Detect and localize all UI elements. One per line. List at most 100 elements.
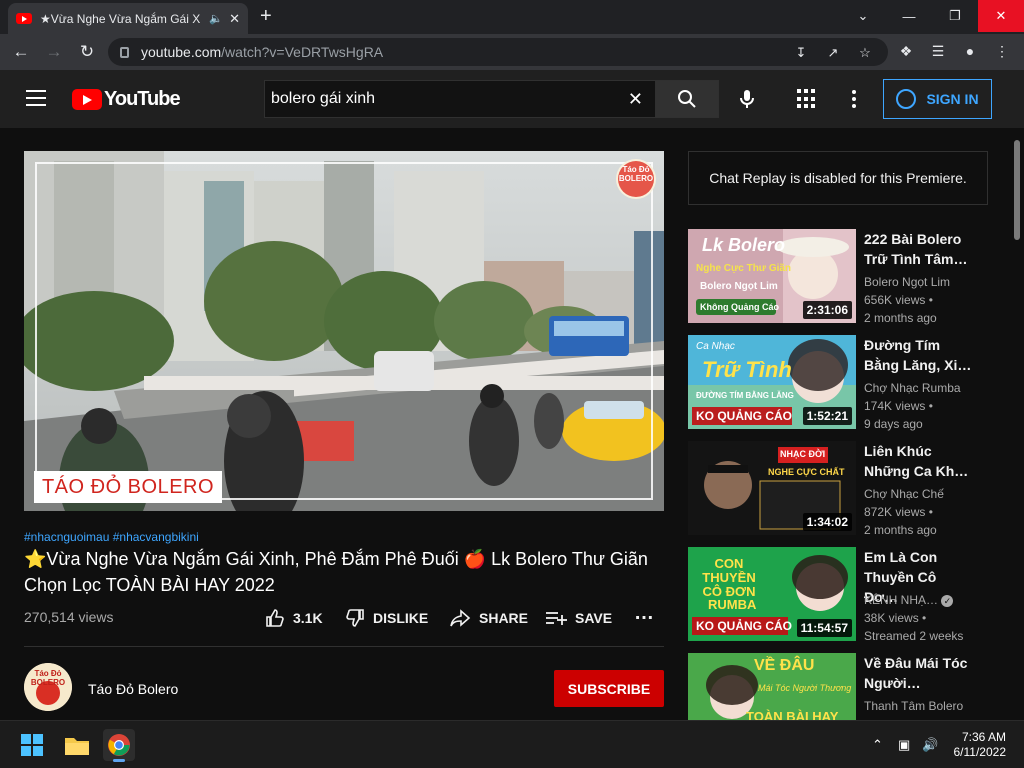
rec-channel[interactable]: Chợ Nhạc Chế [864, 485, 994, 503]
rec-title[interactable]: Đường Tím Bằng Lăng, Xi… [864, 335, 974, 375]
system-clock[interactable]: 7:36 AM 6/11/2022 [950, 730, 1007, 760]
url-host: youtube.com [141, 44, 222, 60]
reload-icon[interactable]: ↻ [76, 41, 98, 63]
rec-views: 174K views • [864, 399, 933, 413]
video-duration: 1:34:02 [802, 513, 852, 531]
thumb-tag: TOÀN BÀI HAY [746, 709, 839, 720]
recommended-video[interactable]: VỀ ĐÂU Mái Tóc Người Thương TOÀN BÀI HAY… [688, 653, 1018, 720]
rec-title[interactable]: 222 Bài Bolero Trữ Tình Tâm… [864, 229, 974, 269]
rec-age: 9 days ago [864, 417, 923, 431]
back-icon[interactable]: ← [10, 41, 32, 63]
volume-icon[interactable]: 🔊 [922, 737, 938, 753]
share-arrow-icon [450, 609, 471, 627]
thumb-subtitle-2: Bolero Ngọt Lim [700, 281, 778, 292]
save-button[interactable]: SAVE [545, 608, 612, 628]
rec-channel[interactable]: Bolero Ngọt Lim [864, 273, 994, 291]
search-input[interactable]: bolero gái xinh ✕ [264, 80, 656, 118]
channel-avatar[interactable]: Táo Đỏ BOLERO [24, 663, 72, 711]
share-button[interactable]: SHARE [449, 608, 528, 628]
dislike-label: DISLIKE [373, 610, 429, 626]
settings-more-icon[interactable] [852, 90, 856, 108]
video-thumbnail[interactable]: Ca Nhạc Trữ Tình ĐƯỜNG TÍM BẰNG LĂNG KO … [688, 335, 856, 429]
search-icon [678, 90, 696, 108]
clock-time: 7:36 AM [961, 730, 1006, 744]
share-page-icon[interactable]: ↗ [824, 44, 842, 62]
thumb-subtitle: Nghe Cực Thư Giãn [696, 263, 792, 274]
channel-avatar-text: Táo Đỏ BOLERO [30, 669, 66, 687]
video-player[interactable]: TÁO ĐỎ BOLERO Táo Đỏ BOLERO [24, 151, 664, 511]
chrome-menu-icon[interactable]: ⋮ [992, 41, 1012, 61]
thumb-tag: Không Quảng Cáo [700, 302, 779, 312]
thumb-subtitle-2: ĐƯỜNG TÍM BẰNG LĂNG [696, 391, 794, 400]
browser-tab[interactable]: ★Vừa Nghe Vừa Ngắm Gái X 🔈 ✕ [8, 3, 248, 34]
thumb-tag: KO QUẢNG CÁO [696, 409, 792, 423]
profile-icon[interactable]: ● [960, 41, 980, 61]
tray-overflow-icon[interactable]: ⌃ [872, 737, 883, 753]
windows-start-icon[interactable] [16, 729, 48, 761]
restore-button[interactable]: ❐ [932, 0, 978, 32]
rec-views: 656K views • [864, 293, 933, 307]
search-button[interactable] [655, 80, 719, 118]
video-thumbnail[interactable]: VỀ ĐÂU Mái Tóc Người Thương TOÀN BÀI HAY [688, 653, 856, 720]
microphone-icon[interactable] [736, 88, 758, 110]
thumb-subtitle: NGHE CỰC CHẤT [768, 467, 845, 477]
video-hashtags[interactable]: #nhacnguoimau #nhacvangbikini [24, 530, 199, 544]
apps-grid-icon[interactable] [797, 89, 817, 109]
sign-in-button[interactable]: SIGN IN [883, 79, 992, 119]
video-thumbnail[interactable]: CON THUYỀN CÔ ĐƠN RUMBA KO QUẢNG CÁO 11:… [688, 547, 856, 641]
active-app-indicator [113, 759, 125, 762]
rec-channel[interactable]: Thanh Tâm Bolero [864, 697, 994, 715]
video-title: ⭐Vừa Nghe Vừa Ngắm Gái Xinh, Phê Đắm Phê… [24, 549, 648, 595]
forward-icon[interactable]: → [43, 41, 65, 63]
save-label: SAVE [575, 610, 613, 626]
minimize-button[interactable]: — [886, 0, 932, 32]
clock-date: 6/11/2022 [953, 745, 1007, 759]
recommended-video[interactable]: Ca Nhạc Trữ Tình ĐƯỜNG TÍM BẰNG LĂNG KO … [688, 335, 1018, 431]
share-label: SHARE [479, 610, 529, 626]
address-toolbar: ← → ↻ youtube.com/watch?v=VeDRTwsHgRA ↧ … [0, 34, 1024, 70]
dislike-button[interactable]: DISLIKE [345, 608, 428, 628]
rec-channel[interactable]: Chợ Nhạc Rumba [864, 379, 994, 397]
close-window-button[interactable]: ✕ [978, 0, 1024, 32]
more-actions-button[interactable]: … [634, 602, 654, 625]
rec-channel-row: KÊNH NHẠ… ✓ [864, 591, 994, 609]
lock-icon[interactable] [120, 46, 129, 58]
divider [24, 646, 664, 647]
video-thumbnail[interactable]: NHẠC ĐỜI NGHE CỰC CHẤT 1:34:02 [688, 441, 856, 535]
player-logo-badge: Táo Đỏ BOLERO [618, 165, 654, 183]
video-thumbnail[interactable]: Lk Bolero Nghe Cực Thư Giãn Bolero Ngọt … [688, 229, 856, 323]
media-control-icon[interactable]: ☰ [928, 41, 948, 61]
chrome-taskbar-icon[interactable] [103, 729, 135, 762]
recommended-video[interactable]: CON THUYỀN CÔ ĐƠN RUMBA KO QUẢNG CÁO 11:… [688, 547, 1018, 643]
windows-taskbar: ⌃ ▣ 🔊 7:36 AM 6/11/2022 [0, 720, 1024, 768]
youtube-favicon-icon [16, 13, 32, 24]
rec-age: Streamed 2 weeks [864, 629, 964, 643]
new-tab-button[interactable]: + [260, 5, 272, 28]
subscribe-button[interactable]: SUBSCRIBE [554, 670, 664, 707]
clear-search-icon[interactable]: ✕ [628, 89, 643, 110]
bookmark-star-icon[interactable]: ☆ [856, 44, 874, 62]
speaker-icon[interactable]: 🔈 [209, 12, 223, 25]
rec-title[interactable]: Liên Khúc Những Ca Kh… [864, 441, 974, 481]
rec-views: 38K views • [864, 611, 927, 625]
rec-title[interactable]: Về Đâu Mái Tóc Người… [864, 653, 974, 693]
thumb-title: CON THUYỀN CÔ ĐƠN [702, 556, 756, 599]
rec-channel[interactable]: KÊNH NHẠ… [864, 593, 938, 607]
recommended-video[interactable]: NHẠC ĐỜI NGHE CỰC CHẤT 1:34:02 Liên Khúc… [688, 441, 1018, 537]
rec-age: 2 months ago [864, 311, 937, 325]
hamburger-menu-icon[interactable] [26, 90, 46, 106]
youtube-header: YouTube bolero gái xinh ✕ SIGN IN [0, 70, 1024, 128]
page-scrollbar-thumb[interactable] [1014, 140, 1020, 240]
video-duration: 1:52:21 [802, 407, 852, 425]
channel-name[interactable]: Táo Đỏ Bolero [88, 681, 178, 697]
tab-search-button[interactable]: ⌄ [840, 0, 886, 32]
like-button[interactable]: 3.1K [265, 608, 323, 628]
tab-close-icon[interactable]: ✕ [229, 11, 240, 27]
file-explorer-icon[interactable] [61, 729, 93, 761]
youtube-logo[interactable]: YouTube [72, 88, 181, 111]
network-icon[interactable]: ▣ [898, 737, 910, 753]
extensions-puzzle-icon[interactable]: ❖ [896, 41, 916, 61]
install-icon[interactable]: ↧ [792, 44, 810, 62]
recommended-video[interactable]: Lk Bolero Nghe Cực Thư Giãn Bolero Ngọt … [688, 229, 1018, 325]
address-bar[interactable]: youtube.com/watch?v=VeDRTwsHgRA ↧ ↗ ☆ [108, 38, 888, 66]
